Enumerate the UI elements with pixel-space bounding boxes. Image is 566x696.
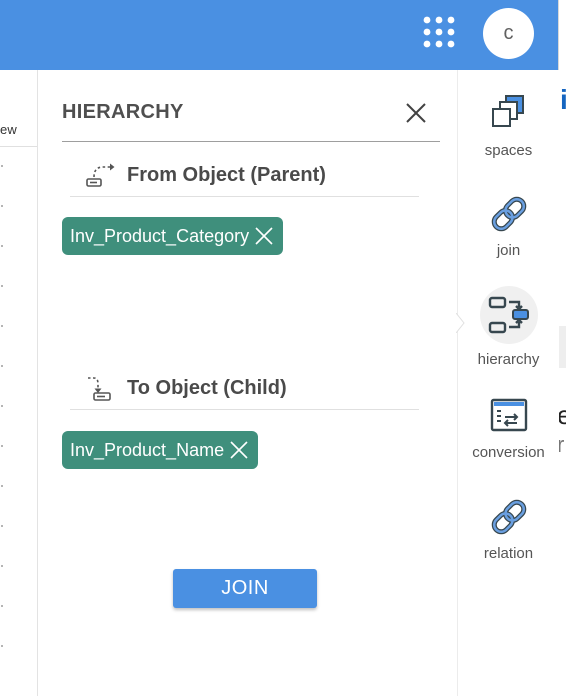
panel-title: HIERARCHY bbox=[62, 101, 184, 123]
active-icon-background bbox=[479, 286, 538, 344]
row-marker bbox=[1, 525, 3, 527]
close-icon[interactable] bbox=[404, 101, 428, 125]
rail-item-hierarchy[interactable]: hierarchy bbox=[458, 286, 559, 368]
hierarchy-panel: HIERARCHY From Object (Parent) Inv_Produ… bbox=[38, 70, 456, 696]
row-marker bbox=[1, 165, 3, 167]
apps-grid-icon[interactable] bbox=[423, 16, 459, 52]
tool-rail: spaces join hierarchy conversion relatio… bbox=[456, 70, 559, 696]
top-bar: c bbox=[0, 0, 558, 70]
to-object-chip[interactable]: Inv_Product_Name bbox=[62, 431, 259, 469]
user-avatar[interactable]: c bbox=[483, 8, 534, 59]
rail-item-conversion[interactable]: conversion bbox=[458, 394, 559, 461]
rail-item-relation[interactable]: relation bbox=[458, 495, 559, 562]
row-marker bbox=[1, 445, 3, 447]
divider bbox=[0, 146, 37, 147]
from-section-label: From Object (Parent) bbox=[127, 163, 326, 186]
spaces-icon bbox=[491, 95, 524, 127]
background-band bbox=[559, 326, 566, 368]
rail-item-spaces[interactable]: spaces bbox=[458, 92, 559, 159]
from-parent-icon bbox=[86, 163, 115, 187]
link-icon bbox=[491, 196, 526, 232]
row-marker bbox=[1, 245, 3, 247]
row-marker bbox=[1, 365, 3, 367]
link-icon bbox=[491, 499, 526, 535]
to-child-icon bbox=[88, 377, 111, 401]
topbar-edge bbox=[559, 0, 566, 70]
row-marker bbox=[1, 285, 3, 287]
to-section-header: To Object (Child) bbox=[85, 372, 287, 404]
rail-item-join[interactable]: join bbox=[458, 192, 559, 259]
chip-label: Inv_Product_Name bbox=[70, 439, 225, 460]
rail-label: spaces bbox=[484, 142, 533, 159]
hierarchy-icon bbox=[488, 296, 529, 334]
chip-label: Inv_Product_Category bbox=[70, 225, 250, 246]
row-marker bbox=[1, 205, 3, 207]
cropped-glyph: e bbox=[559, 400, 566, 431]
remove-chip-icon[interactable] bbox=[228, 439, 250, 461]
cropped-glyph: i bbox=[560, 84, 566, 116]
remove-chip-icon[interactable] bbox=[253, 225, 275, 247]
background-page-edge: i e r bbox=[558, 0, 566, 696]
column-header-fragment: ew bbox=[0, 122, 18, 137]
to-section-label: To Object (Child) bbox=[127, 376, 287, 399]
from-object-chip[interactable]: Inv_Product_Category bbox=[62, 217, 284, 255]
row-marker bbox=[1, 325, 3, 327]
row-marker bbox=[1, 645, 3, 647]
rail-label: relation bbox=[483, 545, 534, 562]
row-marker bbox=[1, 565, 3, 567]
from-section-header: From Object (Parent) bbox=[85, 159, 326, 191]
join-button[interactable]: JOIN bbox=[173, 569, 317, 608]
divider bbox=[62, 141, 440, 142]
background-list: ew bbox=[0, 70, 38, 696]
rail-label: hierarchy bbox=[477, 351, 540, 368]
conversion-icon bbox=[490, 398, 527, 432]
divider bbox=[70, 196, 419, 197]
divider bbox=[70, 409, 419, 410]
rail-label: join bbox=[496, 242, 521, 259]
row-marker bbox=[1, 485, 3, 487]
rail-label: conversion bbox=[472, 444, 545, 461]
row-marker bbox=[1, 405, 3, 407]
row-marker bbox=[1, 605, 3, 607]
